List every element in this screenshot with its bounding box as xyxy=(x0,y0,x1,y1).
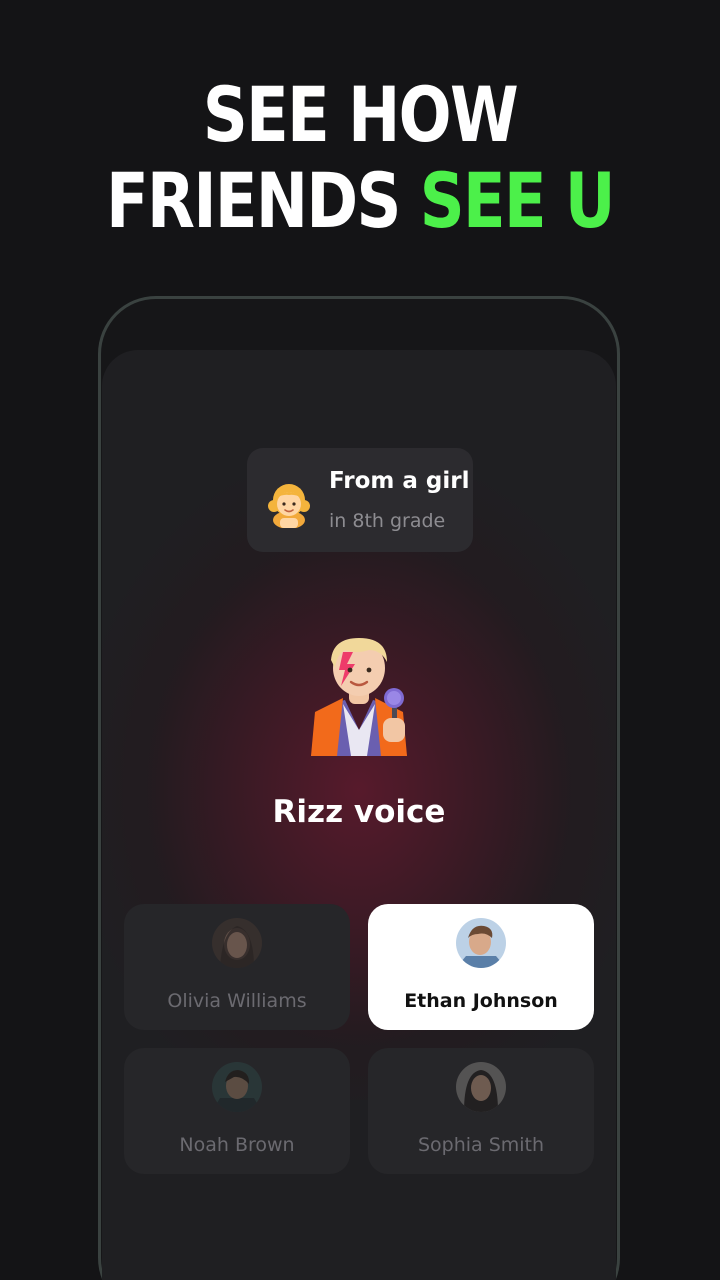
avatar xyxy=(212,1062,262,1112)
poll-question: Rizz voice xyxy=(272,794,446,830)
headline: SEE HOW FRIENDS SEE U xyxy=(65,72,655,244)
option-name: Noah Brown xyxy=(179,1134,295,1156)
avatar xyxy=(212,918,262,968)
option-name: Sophia Smith xyxy=(417,1134,545,1156)
avatar xyxy=(456,1062,506,1112)
option-name: Ethan Johnson xyxy=(404,990,558,1012)
person-avatar-icon xyxy=(456,918,506,968)
option-ethan-johnson[interactable]: Ethan Johnson xyxy=(368,904,594,1030)
headline-line-1: SEE HOW xyxy=(202,70,519,159)
phone-screen: From a girl in 8th grade Rizz voice Oliv… xyxy=(102,350,616,1280)
girl-emoji-icon xyxy=(268,484,310,528)
singer-with-microphone-emoji-icon xyxy=(311,638,407,756)
headline-word-friends: FRIENDS xyxy=(106,156,401,245)
headline-accent: SEE U xyxy=(419,156,616,245)
option-name: Olivia Williams xyxy=(167,990,307,1012)
option-sophia-smith[interactable]: Sophia Smith xyxy=(368,1048,594,1174)
avatar xyxy=(456,918,506,968)
app-promo-screen: SEE HOW FRIENDS SEE U From a girl in 8th… xyxy=(0,0,720,1280)
sender-subtitle: in 8th grade xyxy=(329,510,446,532)
headline-line-2: FRIENDS SEE U xyxy=(65,158,655,244)
option-noah-brown[interactable]: Noah Brown xyxy=(124,1048,350,1174)
person-avatar-icon xyxy=(456,1062,506,1112)
sender-title: From a girl xyxy=(329,468,470,494)
option-olivia-williams[interactable]: Olivia Williams xyxy=(124,904,350,1030)
person-avatar-icon xyxy=(212,918,262,968)
sender-card: From a girl in 8th grade xyxy=(247,448,473,552)
person-avatar-icon xyxy=(212,1062,262,1112)
